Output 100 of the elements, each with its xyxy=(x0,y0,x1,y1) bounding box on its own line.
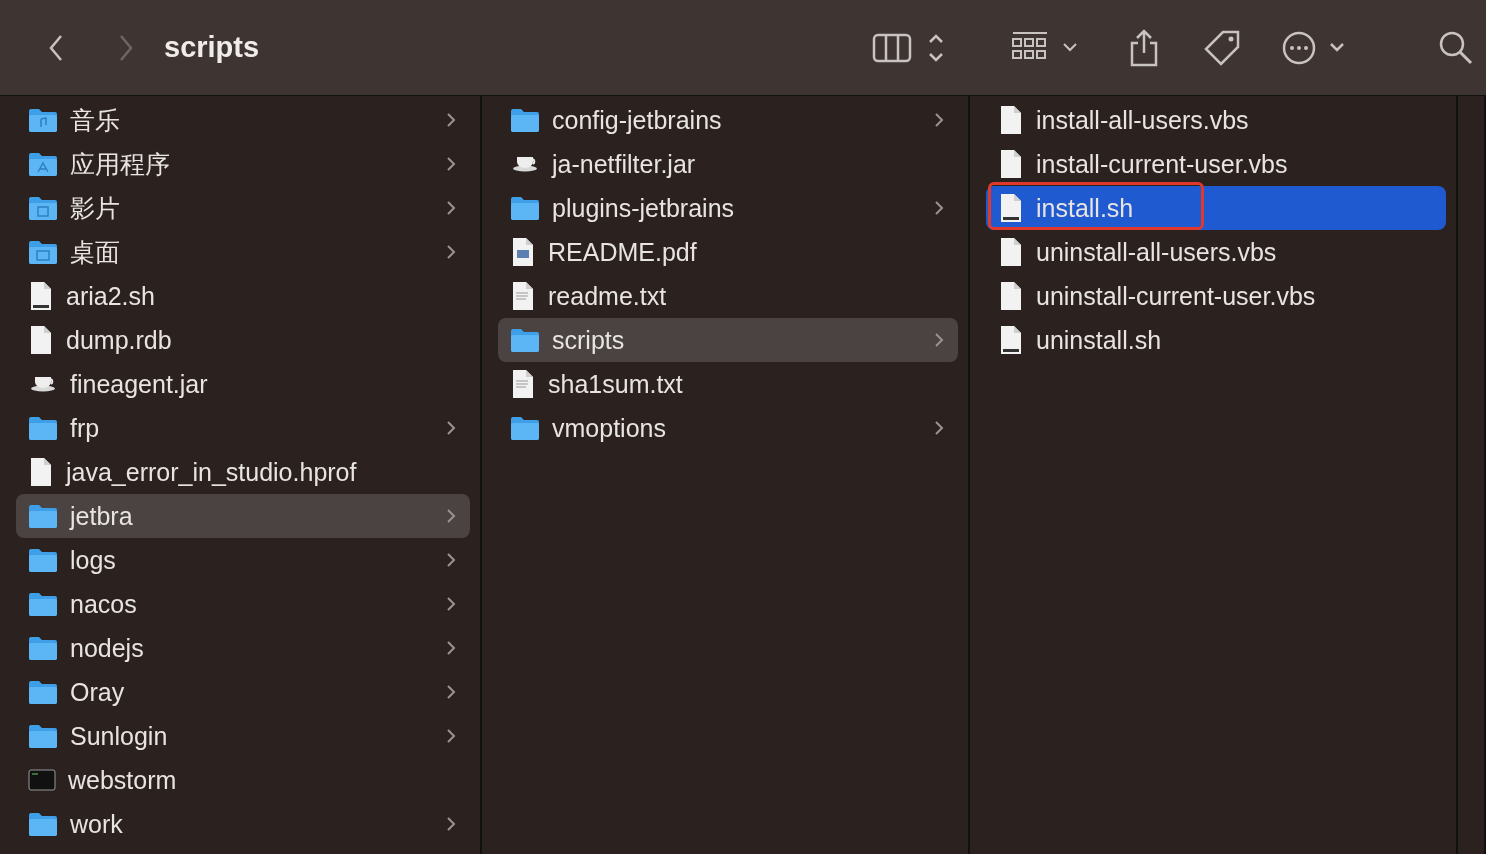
file-name: fineagent.jar xyxy=(70,369,209,399)
chevron-right-icon xyxy=(934,420,944,436)
script-file-icon xyxy=(28,281,54,311)
file-list-item[interactable]: nodejs xyxy=(16,626,470,670)
file-list-item[interactable]: vmoptions xyxy=(498,406,958,450)
file-name: uninstall-all-users.vbs xyxy=(1036,237,1278,267)
file-list-item[interactable]: ja-netfilter.jar xyxy=(498,142,958,186)
file-list-item[interactable]: scripts xyxy=(498,318,958,362)
chevron-right-icon xyxy=(446,552,456,568)
file-list-item[interactable]: webstorm xyxy=(16,758,470,802)
chevron-right-icon xyxy=(934,200,944,216)
script-file-icon xyxy=(998,193,1024,223)
document-icon xyxy=(28,457,54,487)
folder-icon xyxy=(28,591,58,617)
file-list-item[interactable]: dump.rdb xyxy=(16,318,470,362)
folder-icon xyxy=(28,723,58,749)
file-name: logs xyxy=(70,545,117,575)
file-list-item[interactable]: 桌面 xyxy=(16,230,470,274)
file-name: work xyxy=(70,809,124,839)
document-icon xyxy=(998,237,1024,267)
document-icon xyxy=(998,105,1024,135)
file-list-item[interactable]: uninstall-all-users.vbs xyxy=(986,230,1446,274)
file-list-item[interactable]: uninstall-current-user.vbs xyxy=(986,274,1446,318)
file-name: 桌面 xyxy=(70,236,121,268)
file-list-item[interactable]: jetbra xyxy=(16,494,470,538)
file-list-item[interactable]: work xyxy=(16,802,470,846)
file-list-item[interactable]: install-current-user.vbs xyxy=(986,142,1446,186)
file-list-item[interactable]: Sunlogin xyxy=(16,714,470,758)
chevron-right-icon xyxy=(118,33,134,62)
file-name: install-current-user.vbs xyxy=(1036,149,1289,179)
chevron-right-icon xyxy=(934,332,944,348)
folder-icon xyxy=(28,679,58,705)
folder-icon xyxy=(28,635,58,661)
chevron-right-icon xyxy=(446,420,456,436)
file-name: config-jetbrains xyxy=(552,105,723,135)
file-name: plugins-jetbrains xyxy=(552,193,736,223)
file-list-item[interactable]: README.pdf xyxy=(498,230,958,274)
file-name: readme.txt xyxy=(548,281,668,311)
file-list-item[interactable]: install-all-users.vbs xyxy=(986,98,1446,142)
file-list-item[interactable]: plugins-jetbrains xyxy=(498,186,958,230)
chevron-right-icon xyxy=(446,112,456,128)
file-name: sha1sum.txt xyxy=(548,369,684,399)
coffee-cup-icon xyxy=(30,376,56,392)
file-name: README.pdf xyxy=(548,237,698,267)
file-name: aria2.sh xyxy=(66,281,156,311)
file-list-item[interactable]: frp xyxy=(16,406,470,450)
document-icon xyxy=(998,149,1024,179)
chevron-right-icon xyxy=(446,640,456,656)
file-list-item[interactable]: 音乐 xyxy=(16,98,470,142)
file-list-item[interactable]: fineagent.jar xyxy=(16,362,470,406)
file-name: jetbra xyxy=(70,501,134,531)
chevron-right-icon xyxy=(446,684,456,700)
document-icon xyxy=(998,281,1024,311)
folder-icon xyxy=(28,107,58,133)
file-list-item[interactable]: logs xyxy=(16,538,470,582)
folder-icon xyxy=(28,195,58,221)
file-list-item[interactable]: java_error_in_studio.hprof xyxy=(16,450,470,494)
folder-icon xyxy=(28,239,58,265)
file-list-item[interactable]: nacos xyxy=(16,582,470,626)
chevron-right-icon xyxy=(446,596,456,612)
file-name: Oray xyxy=(70,677,126,707)
file-name: uninstall.sh xyxy=(1036,325,1163,355)
file-name: nacos xyxy=(70,589,138,619)
chevron-right-icon xyxy=(446,156,456,172)
file-list-item[interactable]: aria2.sh xyxy=(16,274,470,318)
coffee-cup-icon xyxy=(512,156,538,172)
pdf-file-icon xyxy=(510,237,536,267)
file-name: 影片 xyxy=(70,192,121,224)
chevron-right-icon xyxy=(446,508,456,524)
file-list-item[interactable]: 影片 xyxy=(16,186,470,230)
chevron-left-icon xyxy=(48,33,64,62)
folder-icon xyxy=(28,151,58,177)
file-name: nodejs xyxy=(70,633,145,663)
file-name: install-all-users.vbs xyxy=(1036,105,1250,135)
folder-icon xyxy=(510,415,540,441)
text-file-icon xyxy=(510,369,536,399)
folder-icon xyxy=(28,811,58,837)
file-list-item[interactable]: Oray xyxy=(16,670,470,714)
file-name: scripts xyxy=(552,325,626,355)
file-list-item[interactable]: config-jetbrains xyxy=(498,98,958,142)
file-list-item[interactable]: readme.txt xyxy=(498,274,958,318)
file-list-item[interactable]: 应用程序 xyxy=(16,142,470,186)
folder-icon xyxy=(510,107,540,133)
chevron-right-icon xyxy=(446,244,456,260)
chevron-right-icon xyxy=(446,816,456,832)
file-name: webstorm xyxy=(68,765,178,795)
file-list-item[interactable]: uninstall.sh xyxy=(986,318,1446,362)
window-title: scripts xyxy=(164,31,260,64)
terminal-icon xyxy=(28,768,56,792)
text-file-icon xyxy=(510,281,536,311)
file-name: ja-netfilter.jar xyxy=(552,149,697,179)
file-name: vmoptions xyxy=(552,413,667,443)
file-name: install.sh xyxy=(1036,193,1135,223)
folder-icon xyxy=(510,195,540,221)
file-name: frp xyxy=(70,413,101,443)
folder-icon xyxy=(28,547,58,573)
file-list-item[interactable]: sha1sum.txt xyxy=(498,362,958,406)
script-file-icon xyxy=(998,325,1024,355)
file-name: 应用程序 xyxy=(70,148,171,180)
file-name: uninstall-current-user.vbs xyxy=(1036,281,1317,311)
